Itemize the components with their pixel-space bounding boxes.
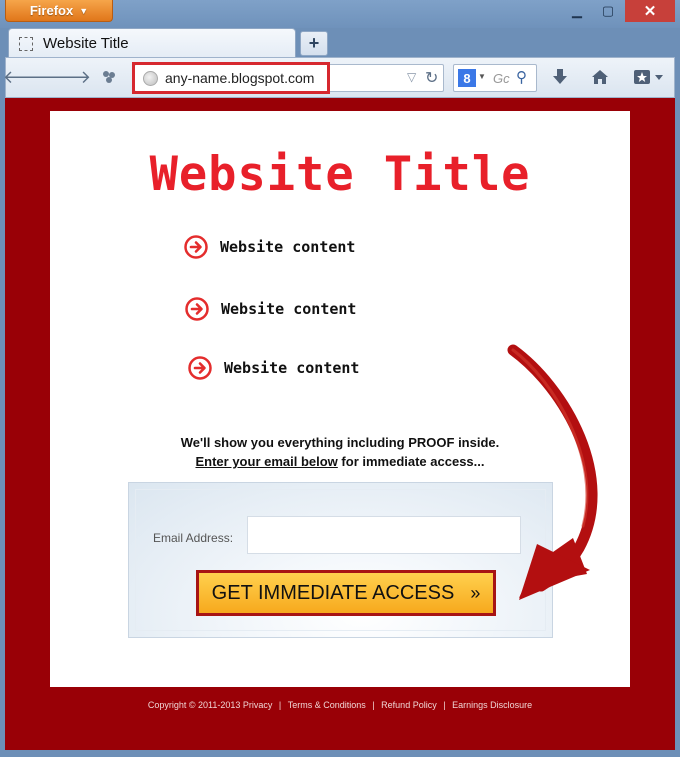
footer-refund-link[interactable]: Refund Policy <box>381 700 437 710</box>
chevron-down-icon[interactable]: ▼ <box>478 72 486 81</box>
pitch-link[interactable]: Enter your email below <box>195 454 337 469</box>
footer-separator: | <box>372 700 375 710</box>
pitch-line-2: Enter your email below for immediate acc… <box>50 452 630 471</box>
new-tab-button[interactable]: + <box>300 31 328 56</box>
get-access-button[interactable]: GET IMMEDIATE ACCESS » <box>196 570 496 616</box>
blank-page-icon <box>19 36 33 51</box>
arrow-right-circle-icon <box>184 235 208 259</box>
arrow-right-circle-icon <box>188 356 212 380</box>
puzzle-icon[interactable] <box>98 66 120 88</box>
footer-separator: | <box>443 700 446 710</box>
download-arrow-icon[interactable] <box>549 66 571 88</box>
footer-links: Copyright © 2011-2013 Privacy | Terms & … <box>5 700 675 710</box>
maximize-button[interactable]: ▢ <box>593 0 623 22</box>
search-input[interactable]: Gc <box>493 71 510 86</box>
navigation-toolbar: 🡐 🡒 any-name.blogspot.com ▽ ↻ 8 ▼ Gc ⚲ <box>3 57 675 98</box>
footer-copyright[interactable]: Copyright © 2011-2013 Privacy <box>148 700 273 710</box>
url-highlight-box <box>132 62 330 94</box>
cta-label: GET IMMEDIATE ACCESS <box>211 581 455 604</box>
dropdown-triangle-icon[interactable]: ▽ <box>407 70 416 84</box>
content-card: Website Title Website content Website co… <box>50 111 630 687</box>
footer-separator: | <box>278 700 282 710</box>
puzzle-icon-glyph <box>103 71 115 83</box>
email-label: Email Address: <box>153 531 234 545</box>
tab-title: Website Title <box>43 35 129 52</box>
google-icon[interactable]: 8 <box>458 69 476 87</box>
email-field[interactable] <box>247 516 521 554</box>
footer-terms-link[interactable]: Terms & Conditions <box>288 700 366 710</box>
firefox-menu-label: Firefox <box>29 3 74 18</box>
page-viewport: Website Title Website content Website co… <box>5 98 675 750</box>
list-item: Website content <box>188 356 359 380</box>
firefox-menu-button[interactable]: Firefox ▼ <box>5 0 113 22</box>
plus-icon: + <box>308 33 320 53</box>
pitch-rest: for immediate access... <box>337 454 485 469</box>
bullet-text: Website content <box>220 238 356 256</box>
bullet-text: Website content <box>224 359 360 377</box>
pitch-text: We'll show you everything including PROO… <box>50 433 630 471</box>
browser-tab[interactable]: Website Title <box>8 28 296 58</box>
page-title: Website Title <box>149 147 531 202</box>
minimize-button[interactable]: ▁ <box>562 0 592 22</box>
bookmark-star-glyph <box>634 70 663 84</box>
footer-earnings-link[interactable]: Earnings Disclosure <box>452 700 532 710</box>
home-icon[interactable] <box>589 66 611 88</box>
double-chevron-icon: » <box>470 582 481 603</box>
arrow-right-circle-icon <box>185 297 209 321</box>
search-box[interactable]: 8 ▼ Gc ⚲ <box>453 64 537 92</box>
chevron-down-icon: ▼ <box>79 5 89 16</box>
forward-arrow-icon[interactable]: 🡒 <box>43 66 91 88</box>
home-glyph <box>592 70 608 84</box>
magnifier-icon[interactable]: ⚲ <box>516 68 527 86</box>
pitch-line-1: We'll show you everything including PROO… <box>180 435 500 450</box>
optin-form: Email Address: GET IMMEDIATE ACCESS » <box>128 482 553 638</box>
window-titlebar: Firefox ▼ ▁ ▢ ✕ <box>0 0 680 28</box>
reload-icon[interactable]: ↻ <box>425 68 438 88</box>
back-arrow-icon[interactable]: 🡐 <box>3 66 51 88</box>
download-glyph <box>553 69 567 84</box>
bullet-text: Website content <box>221 300 357 318</box>
list-item: Website content <box>185 297 356 321</box>
bookmarks-menu-icon[interactable] <box>632 66 666 88</box>
close-button[interactable]: ✕ <box>625 0 675 22</box>
list-item: Website content <box>184 235 355 259</box>
